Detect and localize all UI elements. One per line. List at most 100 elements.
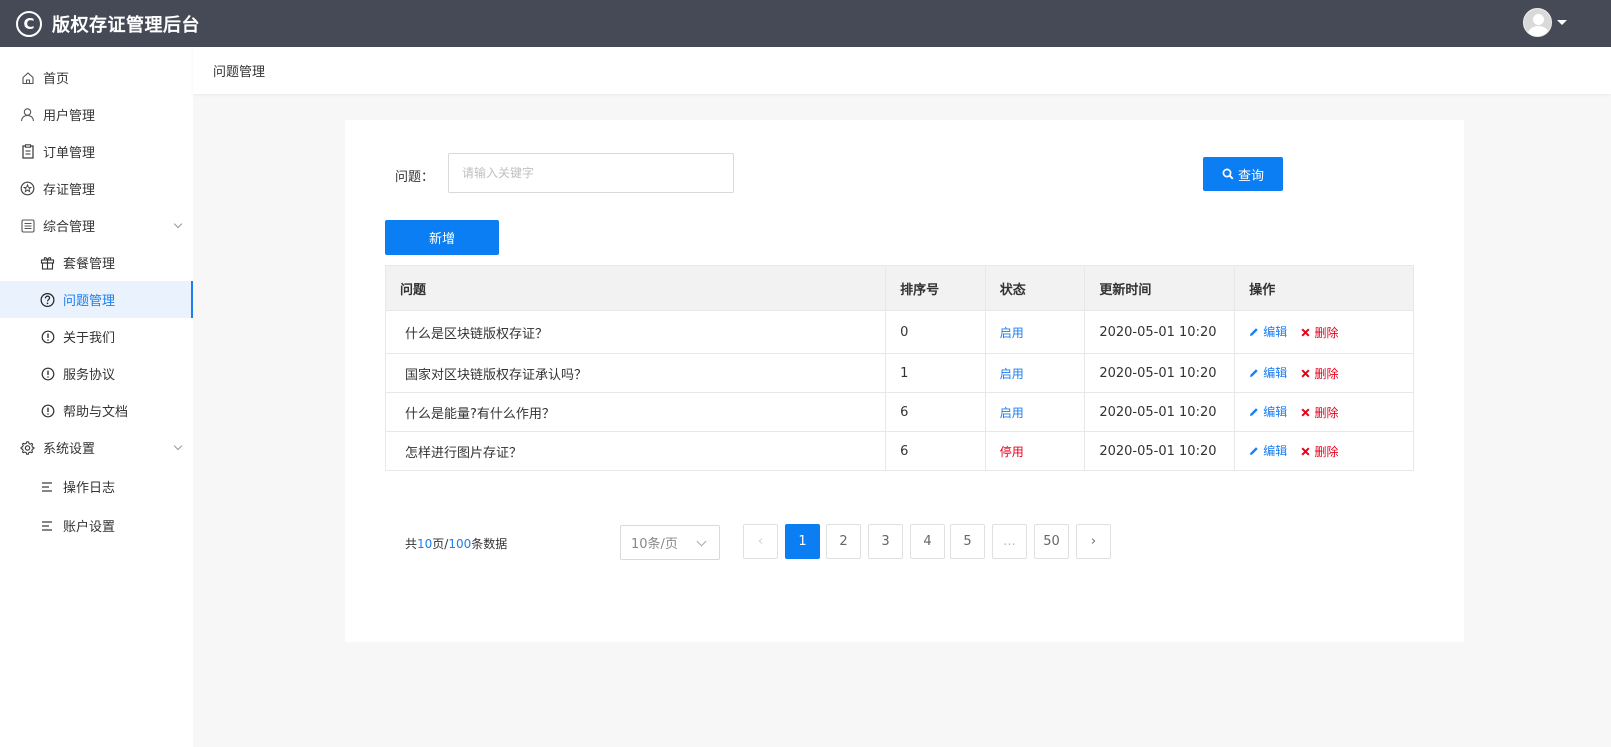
exclamation-circle-icon	[40, 329, 55, 344]
col-header-actions: 操作	[1234, 265, 1414, 311]
chevron-down-icon	[696, 536, 707, 547]
delete-button[interactable]: 删除	[1301, 443, 1338, 460]
cell-updated: 2020-05-01 10:20	[1084, 431, 1236, 471]
top-header: C 版权存证管理后台	[0, 0, 1611, 47]
delete-button[interactable]: 删除	[1301, 324, 1338, 341]
edit-button[interactable]: 编辑	[1249, 323, 1287, 340]
sidebar-item-questions[interactable]: 问题管理	[0, 281, 193, 318]
sidebar-item-home[interactable]: 首页	[0, 59, 193, 96]
cell-updated: 2020-05-01 10:20	[1084, 353, 1236, 393]
exclamation-circle-icon	[40, 403, 55, 418]
sidebar-item-about[interactable]: 关于我们	[0, 318, 193, 355]
lines-icon	[40, 518, 55, 533]
edit-button[interactable]: 编辑	[1249, 442, 1287, 459]
page-size-select[interactable]: 10条/页	[620, 525, 720, 560]
cell-actions: 编辑 删除	[1234, 431, 1414, 471]
user-menu[interactable]	[1523, 8, 1567, 37]
pencil-icon	[1250, 328, 1258, 336]
sidebar-item-label: 关于我们	[63, 331, 116, 346]
page-button-5[interactable]: 5	[950, 524, 985, 559]
col-header-status: 状态	[984, 265, 1086, 311]
page-button-3[interactable]: 3	[868, 524, 903, 559]
page-button-2[interactable]: 2	[826, 524, 861, 559]
search-icon	[1222, 168, 1234, 180]
total-mid: 页/	[432, 537, 449, 551]
delete-label: 删除	[1314, 405, 1339, 420]
edit-label: 编辑	[1263, 366, 1288, 381]
sidebar-item-orders[interactable]: 订单管理	[0, 133, 193, 170]
page-button-50[interactable]: 50	[1034, 524, 1069, 559]
cell-question: 什么是能量?有什么作用？	[384, 392, 887, 432]
total-suffix: 条数据	[471, 537, 508, 551]
edit-label: 编辑	[1263, 444, 1288, 459]
page-ellipsis: ...	[992, 524, 1027, 559]
delete-label: 删除	[1314, 444, 1339, 459]
cell-updated: 2020-05-01 10:20	[1084, 392, 1236, 432]
edit-label: 编辑	[1263, 405, 1288, 420]
sidebar-item-help[interactable]: 帮助与文档	[0, 392, 193, 429]
close-icon	[1301, 447, 1310, 456]
user-icon	[20, 107, 35, 122]
total-pages: 10	[417, 537, 433, 551]
caret-down-icon[interactable]	[1557, 20, 1567, 25]
cell-order: 6	[885, 431, 986, 471]
cell-question: 什么是区块链版权存证？	[384, 310, 887, 354]
cell-status: 启用	[984, 353, 1086, 393]
cell-status: 启用	[984, 310, 1086, 354]
edit-button[interactable]: 编辑	[1249, 364, 1287, 381]
page-button-4[interactable]: 4	[910, 524, 945, 559]
search-input[interactable]	[448, 153, 734, 193]
edit-button[interactable]: 编辑	[1249, 403, 1287, 420]
sidebar-item-account[interactable]: 账户设置	[0, 507, 193, 544]
close-icon	[1301, 408, 1310, 417]
delete-button[interactable]: 删除	[1301, 404, 1338, 421]
pencil-icon	[1250, 369, 1258, 377]
next-page-button[interactable]: ›	[1076, 524, 1111, 559]
sidebar-item-packages[interactable]: 套餐管理	[0, 244, 193, 281]
table-header-row: 问题 排序号 状态 更新时间 操作	[384, 265, 1414, 311]
pencil-icon	[1250, 408, 1258, 416]
table-row: 什么是区块链版权存证？ 0 启用 2020-05-01 10:20 编辑 删除	[384, 310, 1414, 354]
prev-page-button[interactable]: ‹	[743, 524, 778, 559]
breadcrumb-current: 问题管理	[213, 65, 266, 80]
sidebar-item-logs[interactable]: 操作日志	[0, 468, 193, 505]
logo[interactable]: C 版权存证管理后台	[16, 10, 200, 37]
home-icon	[20, 70, 35, 85]
edit-label: 编辑	[1263, 325, 1288, 340]
sidebar-item-label: 服务协议	[63, 368, 116, 383]
total-prefix: 共	[405, 537, 418, 551]
chevron-down-icon[interactable]	[173, 219, 183, 229]
chevron-down-icon[interactable]	[173, 441, 183, 451]
cell-updated: 2020-05-01 10:20	[1084, 310, 1236, 354]
col-header-question: 问题	[384, 265, 887, 311]
sidebar-item-label: 存证管理	[43, 183, 96, 198]
avatar[interactable]	[1523, 8, 1552, 37]
cell-actions: 编辑 删除	[1234, 353, 1414, 393]
sidebar: 首页 用户管理 订单管理 存证管理 综合管理 套餐管理 问题管理 关于我们 服务…	[0, 47, 193, 747]
app-title: 版权存证管理后台	[52, 14, 200, 36]
table-row: 什么是能量?有什么作用？ 6 启用 2020-05-01 10:20 编辑 删除	[384, 392, 1414, 432]
content-panel: 问题： 查询 新增 问题 排序号 状态 更新时间 操作 什么是区块链版权存证？ …	[345, 120, 1464, 642]
status-badge: 启用	[999, 325, 1024, 340]
sidebar-item-system[interactable]: 系统设置	[0, 429, 193, 466]
table-row: 怎样进行图片存证？ 6 停用 2020-05-01 10:20 编辑 删除	[384, 431, 1414, 471]
list-box-icon	[20, 218, 35, 233]
add-button[interactable]: 新增	[385, 220, 499, 255]
sidebar-item-general[interactable]: 综合管理	[0, 207, 193, 244]
status-badge: 启用	[999, 405, 1024, 420]
sidebar-item-label: 系统设置	[43, 442, 96, 457]
table-row: 国家对区块链版权存证承认吗？ 1 启用 2020-05-01 10:20 编辑 …	[384, 353, 1414, 393]
total-items: 100	[448, 537, 472, 551]
sidebar-item-evidence[interactable]: 存证管理	[0, 170, 193, 207]
star-circle-icon	[20, 181, 35, 196]
col-header-order: 排序号	[885, 265, 986, 311]
page-button-1[interactable]: 1	[785, 524, 820, 559]
sidebar-item-label: 套餐管理	[63, 257, 116, 272]
delete-button[interactable]: 删除	[1301, 365, 1338, 382]
sidebar-item-users[interactable]: 用户管理	[0, 96, 193, 133]
close-icon	[1301, 369, 1310, 378]
query-button[interactable]: 查询	[1203, 157, 1283, 191]
gift-icon	[40, 255, 55, 270]
sidebar-item-agreement[interactable]: 服务协议	[0, 355, 193, 392]
sidebar-item-label: 订单管理	[43, 146, 96, 161]
